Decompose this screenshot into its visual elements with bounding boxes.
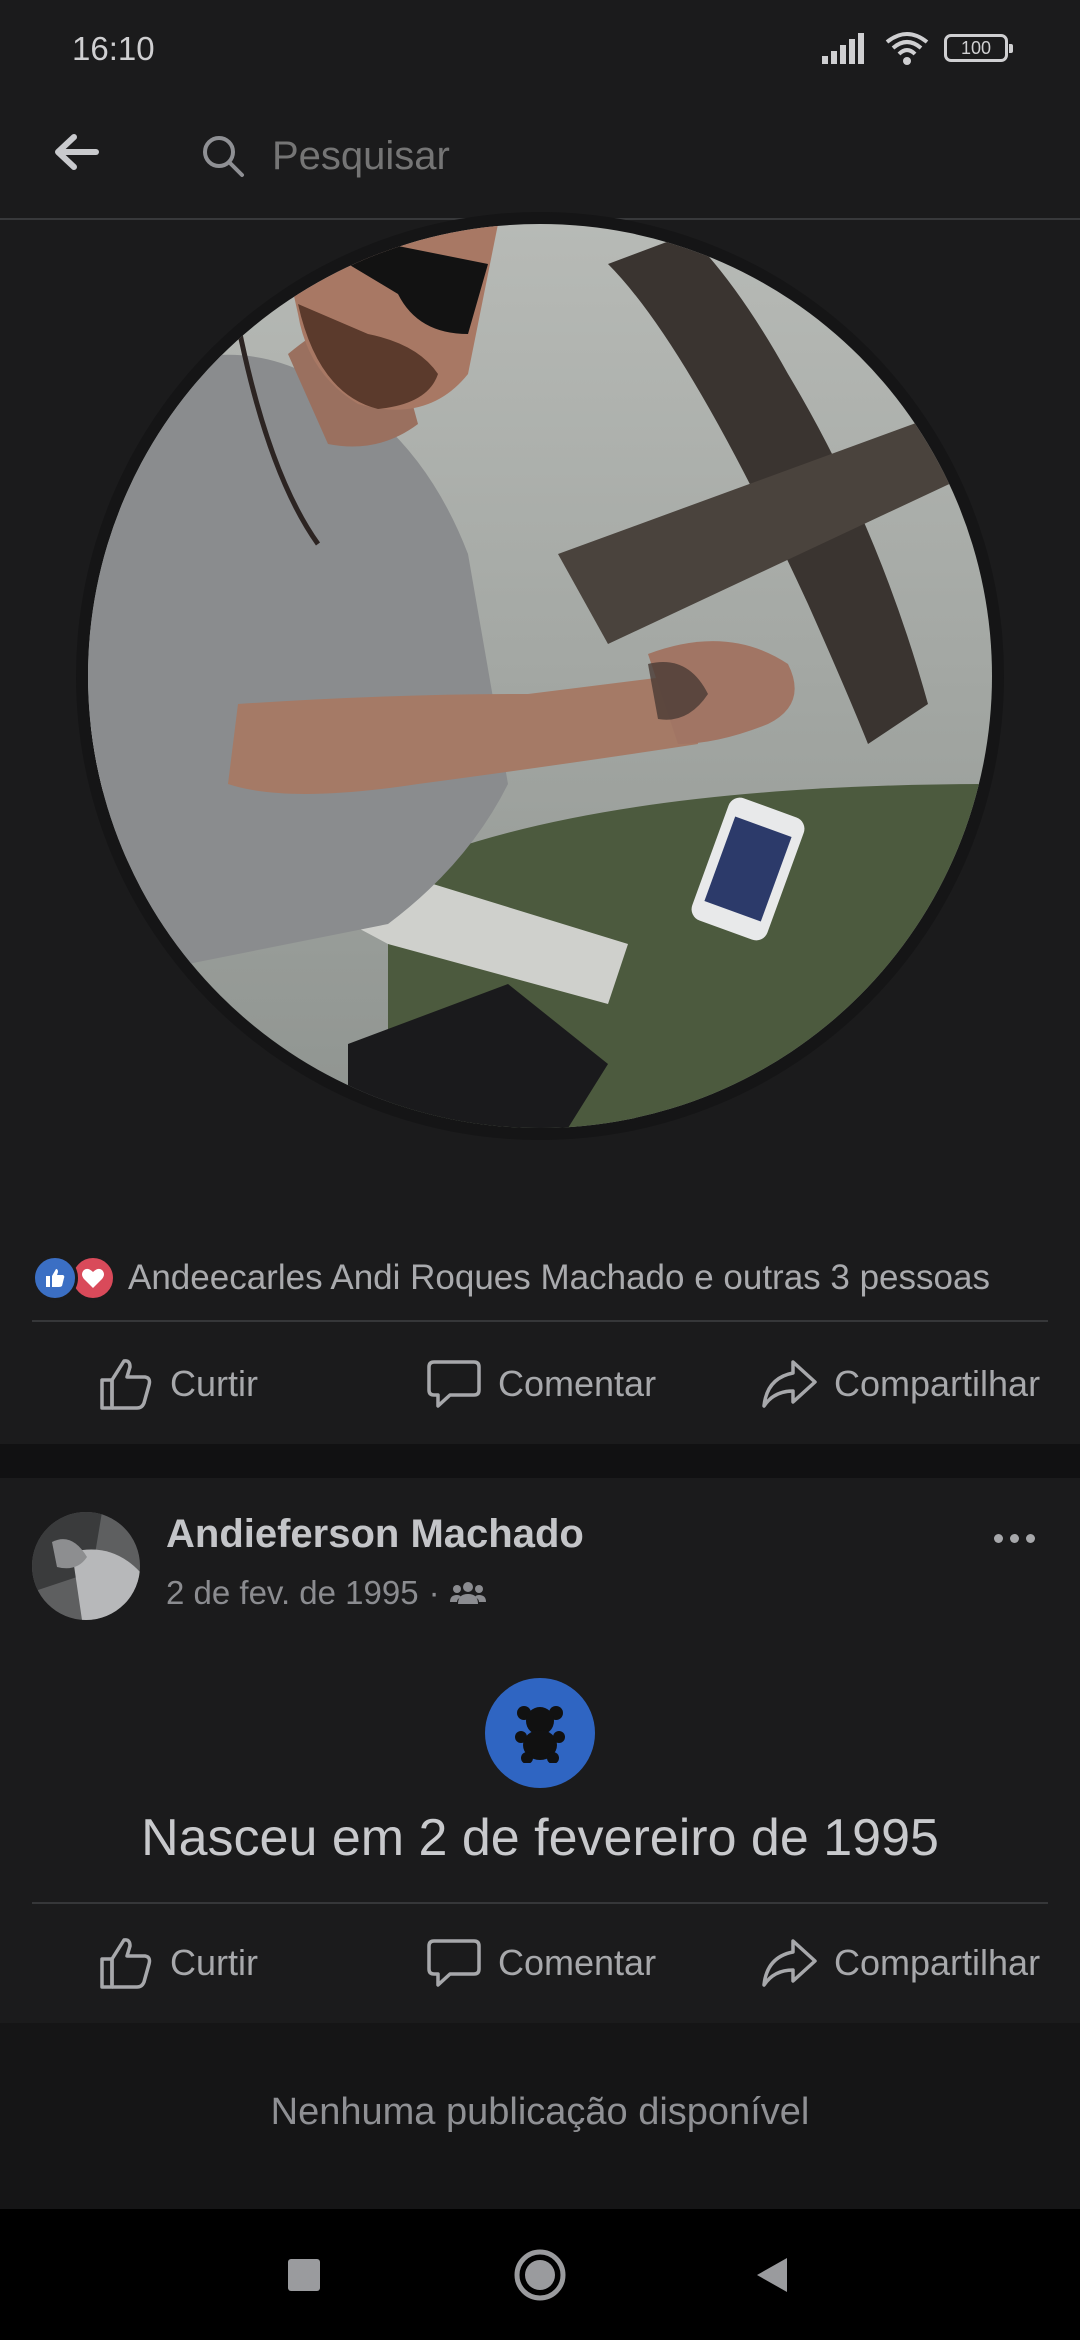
post-actions: Curtir Comentar Compartilhar xyxy=(0,1903,1080,2023)
life-event-post: Andieferson Machado 2 de fev. de 1995 · xyxy=(0,1478,1080,2023)
search-input[interactable] xyxy=(272,133,972,179)
circle-icon xyxy=(514,2249,566,2300)
thumbs-up-icon xyxy=(100,1359,152,1410)
birth-event-icon xyxy=(485,1678,595,1788)
more-dot xyxy=(1025,1533,1035,1543)
like-label: Curtir xyxy=(170,1363,258,1404)
back-nav-button[interactable] xyxy=(712,2209,832,2340)
like-button[interactable]: Curtir xyxy=(98,1324,258,1444)
system-navigation-bar xyxy=(0,2209,1080,2340)
square-icon xyxy=(288,2258,320,2291)
share-button[interactable]: Compartilhar xyxy=(760,1903,1040,2023)
battery-indicator: 100 xyxy=(944,34,1013,62)
author-avatar[interactable] xyxy=(32,1512,140,1620)
friends-audience-icon xyxy=(449,1582,486,1604)
status-icons: 100 xyxy=(820,30,1013,66)
share-button[interactable]: Compartilhar xyxy=(760,1324,1040,1444)
like-label: Curtir xyxy=(170,1942,258,1983)
comment-label: Comentar xyxy=(498,1942,657,1983)
more-options-button[interactable] xyxy=(984,1518,1044,1558)
comment-label: Comentar xyxy=(498,1363,657,1404)
status-time: 16:10 xyxy=(72,30,155,67)
back-button[interactable] xyxy=(44,120,108,184)
reactions-text[interactable]: Andeecarles Andi Roques Machado e outras… xyxy=(128,1258,990,1298)
search-icon xyxy=(203,136,244,177)
more-dot xyxy=(1009,1533,1019,1543)
life-event-title: Nasceu em 2 de fevereiro de 1995 xyxy=(141,1809,939,1867)
reactions-summary[interactable]: Andeecarles Andi Roques Machado e outras… xyxy=(32,1236,1048,1322)
share-label: Compartilhar xyxy=(834,1942,1041,1983)
arrow-left-icon xyxy=(55,134,99,170)
post-actions: Curtir Comentar Compartilhar xyxy=(0,1324,1080,1444)
status-bar: 16:10 100 xyxy=(0,0,1080,96)
post-author-name[interactable]: Andieferson Machado xyxy=(166,1512,584,1557)
home-button[interactable] xyxy=(480,2209,600,2340)
wifi-icon xyxy=(885,32,929,65)
battery-level: 100 xyxy=(960,37,992,58)
more-dot xyxy=(993,1533,1003,1543)
top-app-bar xyxy=(0,96,1080,220)
post-date[interactable]: 2 de fev. de 1995 xyxy=(166,1574,419,1612)
meta-separator: · xyxy=(428,1574,440,1611)
empty-state: Nenhuma publicação disponível xyxy=(0,2023,1080,2209)
empty-state-text: Nenhuma publicação disponível xyxy=(270,2091,810,2133)
share-label: Compartilhar xyxy=(834,1363,1041,1404)
reaction-icons xyxy=(32,1255,116,1301)
comment-icon xyxy=(427,1360,481,1408)
teddy-bear-icon xyxy=(515,1706,565,1763)
post-meta: 2 de fev. de 1995 · xyxy=(166,1574,486,1612)
comment-icon xyxy=(427,1939,481,1987)
search-field[interactable] xyxy=(200,116,1000,196)
recents-button[interactable] xyxy=(244,2209,364,2340)
profile-photo-image xyxy=(88,224,992,1128)
post-separator xyxy=(0,1444,1080,1478)
profile-photo-frame[interactable] xyxy=(76,212,1004,1140)
like-button[interactable]: Curtir xyxy=(98,1903,258,2023)
comment-button[interactable]: Comentar xyxy=(426,1903,656,2023)
share-icon xyxy=(762,1360,817,1408)
triangle-back-icon xyxy=(757,2257,787,2292)
share-icon xyxy=(762,1939,817,1987)
profile-photo[interactable] xyxy=(88,224,992,1128)
comment-button[interactable]: Comentar xyxy=(426,1324,656,1444)
thumbs-up-icon xyxy=(100,1938,152,1989)
like-reaction-icon xyxy=(32,1255,78,1301)
signal-icon xyxy=(822,33,864,64)
